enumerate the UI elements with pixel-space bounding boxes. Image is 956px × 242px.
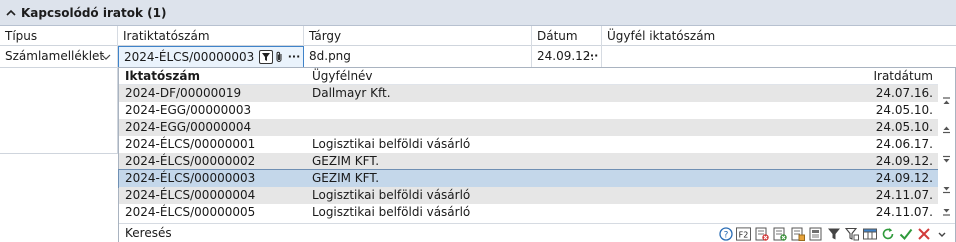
- date-cell[interactable]: 24.09.12. ···: [532, 46, 602, 68]
- f2-key-icon[interactable]: F2: [736, 226, 751, 241]
- row-number: 2024-DF/00000019: [125, 86, 242, 100]
- refresh-icon[interactable]: [880, 226, 895, 241]
- column-header-type[interactable]: Típus: [0, 26, 118, 46]
- filter-icon[interactable]: [259, 50, 273, 64]
- popup-row[interactable]: 2024-EGG/00000003 24.05.10.: [119, 102, 939, 119]
- row-client: Dallmayr Kft.: [312, 86, 391, 100]
- popup-row-selected[interactable]: 2024-ÉLCS/00000003 GEZIM KFT. 24.09.12.: [118, 169, 940, 188]
- section-header[interactable]: Kapcsolódó iratok (1): [0, 0, 956, 26]
- column-header-subject[interactable]: Tárgy: [304, 26, 532, 46]
- grid-row[interactable]: Számlamelléklet 2024-ÉLCS/00000003 ··· 8…: [0, 46, 956, 68]
- reg-number-input[interactable]: 2024-ÉLCS/00000003 ···: [118, 46, 304, 68]
- row-number: 2024-ÉLCS/00000001: [125, 137, 256, 151]
- f2-label: F2: [739, 230, 749, 239]
- date-picker-button[interactable]: ···: [585, 49, 599, 63]
- first-page-icon[interactable]: [941, 96, 952, 107]
- popup-row[interactable]: 2024-ÉLCS/00000004 Logisztikai belföldi …: [119, 187, 939, 204]
- popup-row[interactable]: 2024-ÉLCS/00000001 Logisztikai belföldi …: [119, 136, 939, 153]
- row-number: 2024-ÉLCS/00000004: [125, 188, 256, 202]
- row-date: 24.11.07.: [875, 205, 933, 219]
- next-page-icon[interactable]: [941, 154, 952, 165]
- client-reg-cell[interactable]: [602, 46, 956, 68]
- row-date: 24.09.12.: [875, 154, 933, 168]
- row-number: 2024-ÉLCS/00000003: [125, 171, 256, 185]
- column-chooser-icon[interactable]: [862, 226, 877, 241]
- row-number: 2024-ÉLCS/00000005: [125, 205, 256, 219]
- row-date: 24.07.16.: [875, 86, 933, 100]
- row-date: 24.09.12.: [875, 171, 933, 185]
- row-date: 24.06.17.: [875, 137, 933, 151]
- row-date: 24.05.10.: [875, 120, 933, 134]
- chevron-up-icon[interactable]: [5, 7, 17, 19]
- popup-row[interactable]: 2024-ÉLCS/00000005 Logisztikai belföldi …: [119, 204, 939, 221]
- svg-text:?: ?: [723, 230, 728, 240]
- popup-navigation: [938, 68, 955, 223]
- popup-header-date[interactable]: Iratdátum: [873, 68, 933, 85]
- type-select[interactable]: Számlamelléklet: [0, 46, 118, 68]
- footer-toolbar: ? F2: [718, 226, 949, 241]
- paperclip-icon[interactable]: [272, 50, 286, 64]
- row-client: Logisztikai belföldi vásárló: [312, 137, 471, 151]
- filter-settings-icon[interactable]: [844, 226, 859, 241]
- popup-header-client[interactable]: Ügyfélnév: [312, 68, 373, 85]
- row-client: GEZIM KFT.: [312, 154, 380, 168]
- column-header-date[interactable]: Dátum: [532, 26, 602, 46]
- clear-filter-icon[interactable]: [754, 226, 769, 241]
- reg-number-value: 2024-ÉLCS/00000003: [124, 50, 255, 64]
- type-value: Számlamelléklet: [5, 49, 105, 63]
- popup-row[interactable]: 2024-EGG/00000004 24.05.10.: [119, 119, 939, 136]
- cancel-icon[interactable]: [916, 226, 931, 241]
- last-page-icon[interactable]: [941, 206, 952, 217]
- subject-value: 8d.png: [309, 49, 351, 63]
- row-date: 24.11.07.: [875, 188, 933, 202]
- confirm-icon[interactable]: [898, 226, 913, 241]
- row-client: Logisztikai belföldi vásárló: [312, 205, 471, 219]
- previous-page-icon[interactable]: [941, 124, 952, 135]
- popup-footer: Keresés ? F2: [119, 223, 955, 242]
- row-number: 2024-EGG/00000003: [125, 103, 252, 117]
- search-label[interactable]: Keresés: [125, 224, 172, 242]
- row-client: Logisztikai belföldi vásárló: [312, 188, 471, 202]
- column-header-reg-number[interactable]: Iratiktatószám: [118, 26, 304, 46]
- ellipsis-button[interactable]: ···: [287, 50, 301, 64]
- filter-icon[interactable]: [826, 226, 841, 241]
- lookup-popup[interactable]: Iktatószám Ügyfélnév Iratdátum 2024-DF/0…: [118, 67, 956, 242]
- section-title: Kapcsolódó iratok (1): [21, 5, 167, 20]
- document-settings-icon[interactable]: [790, 226, 805, 241]
- more-options-icon[interactable]: [934, 226, 949, 241]
- help-icon[interactable]: ?: [718, 226, 733, 241]
- document-preview-icon[interactable]: [808, 226, 823, 241]
- column-header-client-reg[interactable]: Ügyfél iktatószám: [602, 26, 956, 46]
- popup-header: Iktatószám Ügyfélnév Iratdátum: [119, 68, 939, 85]
- remove-records-icon[interactable]: [772, 226, 787, 241]
- popup-row[interactable]: 2024-DF/00000019 Dallmayr Kft. 24.07.16.: [119, 85, 939, 102]
- grid-header: Típus Iratiktatószám Tárgy Dátum Ügyfél …: [0, 26, 956, 46]
- row-date: 24.05.10.: [875, 103, 933, 117]
- scroll-down-icon[interactable]: [941, 184, 952, 195]
- grid-empty-area: [0, 68, 118, 154]
- subject-cell[interactable]: 8d.png: [304, 46, 532, 68]
- row-client: GEZIM KFT.: [312, 171, 380, 185]
- popup-header-number[interactable]: Iktatószám: [125, 68, 200, 85]
- row-number: 2024-ÉLCS/00000002: [125, 154, 256, 168]
- chevron-down-icon[interactable]: [101, 53, 111, 61]
- row-number: 2024-EGG/00000004: [125, 120, 252, 134]
- popup-row[interactable]: 2024-ÉLCS/00000002 GEZIM KFT. 24.09.12.: [119, 153, 939, 170]
